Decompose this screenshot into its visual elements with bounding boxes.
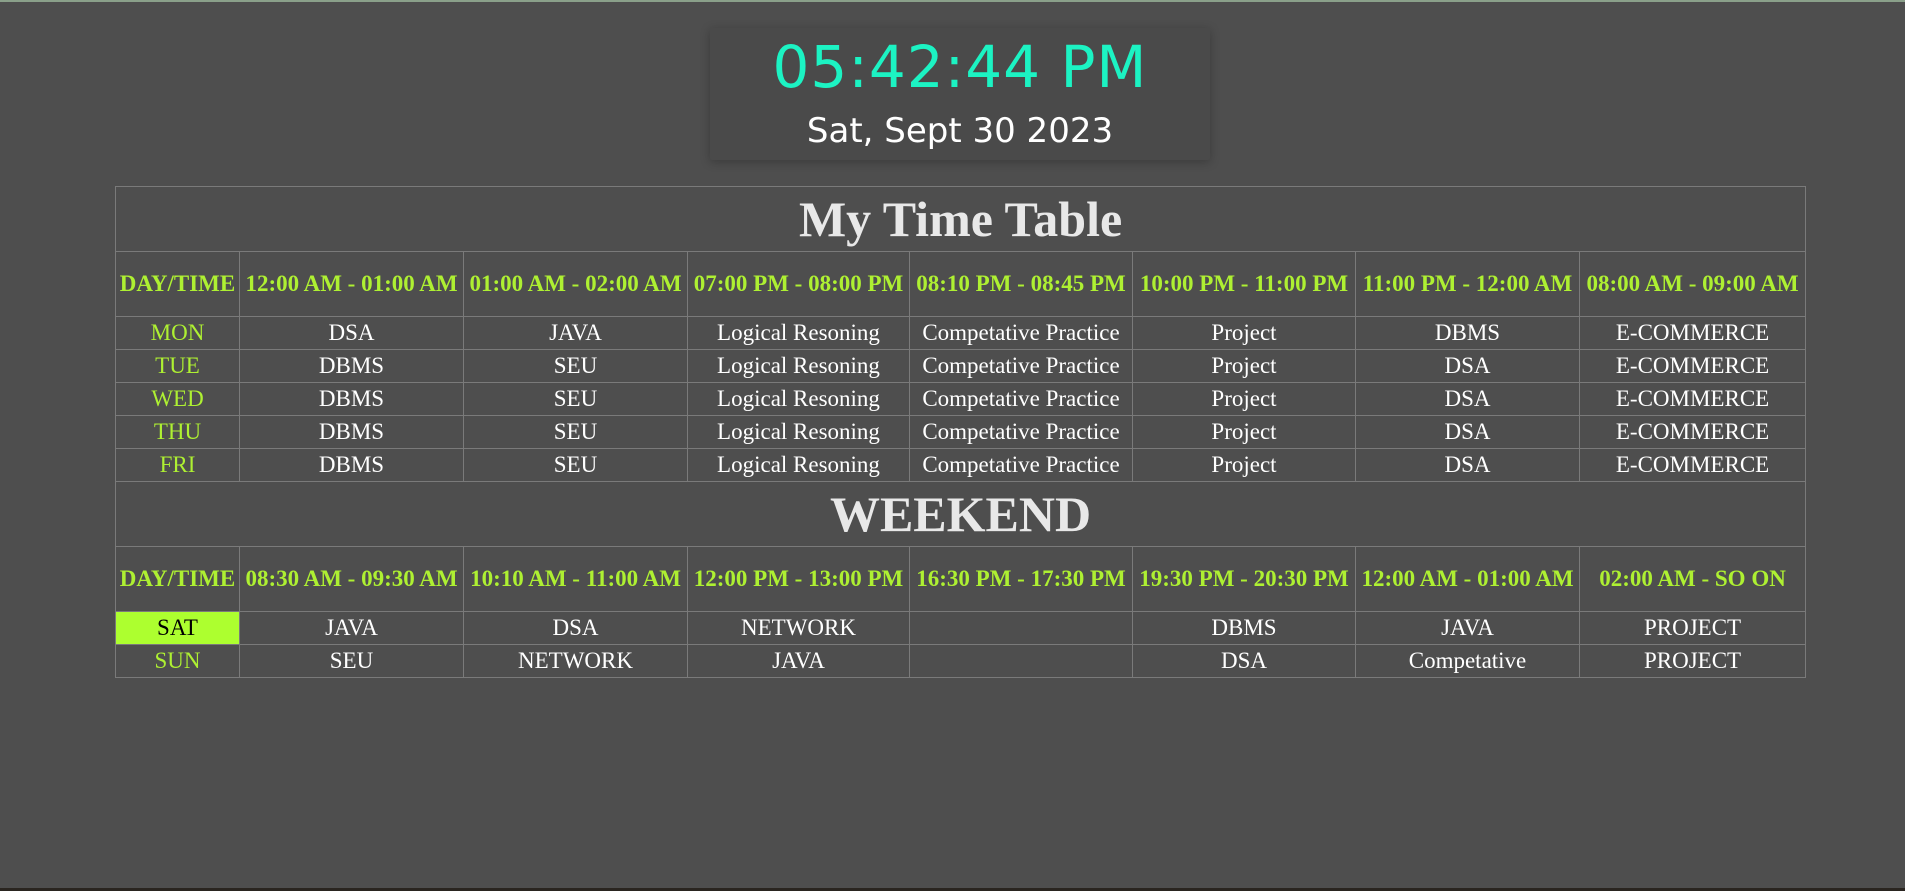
table-cell: Project — [1132, 316, 1356, 350]
table-cell: E-COMMERCE — [1578, 349, 1807, 383]
table-cell: SEU — [463, 448, 688, 482]
table-cell: DSA — [1355, 349, 1580, 383]
table-cell: DBMS — [239, 382, 464, 416]
day-label: THU — [115, 415, 240, 449]
corner-label: DAY/TIME — [115, 546, 240, 612]
table-cell: DBMS — [1132, 611, 1356, 645]
table-cell: Competative Practice — [909, 316, 1133, 350]
table-cell: Competative Practice — [909, 448, 1133, 482]
table-row: THU DBMS SEU Logical Resoning Competativ… — [115, 415, 1807, 449]
table-cell: Competative Practice — [909, 382, 1133, 416]
table-cell: Project — [1132, 382, 1356, 416]
time-slot-header: 10:00 PM - 11:00 PM — [1132, 251, 1356, 317]
table-cell: Project — [1132, 415, 1356, 449]
timetable: My Time Table DAY/TIME 12:00 AM - 01:00 … — [114, 186, 1807, 678]
table-row: FRI DBMS SEU Logical Resoning Competativ… — [115, 448, 1807, 482]
table-cell: DBMS — [1355, 316, 1580, 350]
table-cell: JAVA — [687, 644, 910, 678]
table-row: MON DSA JAVA Logical Resoning Competativ… — [115, 316, 1807, 350]
table-cell: JAVA — [1355, 611, 1580, 645]
time-slot-header: 01:00 AM - 02:00 AM — [463, 251, 688, 317]
table-cell: DBMS — [239, 349, 464, 383]
clock-time: 05:42:44 PM — [772, 33, 1148, 101]
table-cell: PROJECT — [1578, 611, 1807, 645]
table-row: TUE DBMS SEU Logical Resoning Competativ… — [115, 349, 1807, 383]
table-cell: E-COMMERCE — [1578, 448, 1807, 482]
corner-label: DAY/TIME — [115, 251, 240, 317]
table-cell: JAVA — [239, 611, 464, 645]
table-cell: Competative Practice — [909, 415, 1133, 449]
table-cell: Competative — [1355, 644, 1580, 678]
day-label-today: SAT — [115, 611, 240, 645]
time-slot-header: 08:10 PM - 08:45 PM — [909, 251, 1133, 317]
day-label: TUE — [115, 349, 240, 383]
time-slot-header: 12:00 AM - 01:00 AM — [239, 251, 464, 317]
table-row: SUN SEU NETWORK JAVA DSA Competative PRO… — [115, 644, 1807, 678]
table-cell: Project — [1132, 448, 1356, 482]
table-cell: Competative Practice — [909, 349, 1133, 383]
day-label: WED — [115, 382, 240, 416]
time-slot-header: 10:10 AM - 11:00 AM — [463, 546, 688, 612]
table-cell: E-COMMERCE — [1578, 415, 1807, 449]
time-slot-header: 12:00 PM - 13:00 PM — [687, 546, 910, 612]
table-cell: Logical Resoning — [687, 349, 910, 383]
table-cell: Logical Resoning — [687, 382, 910, 416]
time-slot-header: 08:00 AM - 09:00 AM — [1578, 251, 1807, 317]
table-cell: DSA — [239, 316, 464, 350]
time-slot-header: 12:00 AM - 01:00 AM — [1355, 546, 1580, 612]
time-slot-header: 19:30 PM - 20:30 PM — [1132, 546, 1356, 612]
table-cell: DSA — [463, 611, 688, 645]
table-cell: DBMS — [239, 448, 464, 482]
table-cell: DSA — [1355, 415, 1580, 449]
table-row: SAT JAVA DSA NETWORK DBMS JAVA PROJECT — [115, 611, 1807, 645]
day-label: FRI — [115, 448, 240, 482]
table-row: WED DBMS SEU Logical Resoning Competativ… — [115, 382, 1807, 416]
table-cell — [909, 644, 1133, 678]
table-cell: SEU — [463, 349, 688, 383]
time-slot-header: 08:30 AM - 09:30 AM — [239, 546, 464, 612]
day-label: MON — [115, 316, 240, 350]
weekend-title: WEEKEND — [114, 481, 1807, 547]
table-cell: DSA — [1355, 382, 1580, 416]
time-slot-header: 02:00 AM - SO ON — [1578, 546, 1807, 612]
clock-card: 05:42:44 PM Sat, Sept 30 2023 — [710, 28, 1210, 160]
table-cell: JAVA — [463, 316, 688, 350]
table-cell: Project — [1132, 349, 1356, 383]
table-cell: SEU — [463, 415, 688, 449]
table-cell: Logical Resoning — [687, 415, 910, 449]
table-cell: SEU — [239, 644, 464, 678]
table-cell: DSA — [1355, 448, 1580, 482]
table-cell: E-COMMERCE — [1578, 316, 1807, 350]
table-cell: DBMS — [239, 415, 464, 449]
table-cell: NETWORK — [687, 611, 910, 645]
clock-date: Sat, Sept 30 2023 — [806, 111, 1114, 151]
table-cell: NETWORK — [463, 644, 688, 678]
table-cell: SEU — [463, 382, 688, 416]
table-cell: DSA — [1132, 644, 1356, 678]
table-cell: Logical Resoning — [687, 316, 910, 350]
time-slot-header: 16:30 PM - 17:30 PM — [909, 546, 1133, 612]
table-cell: E-COMMERCE — [1578, 382, 1807, 416]
table-cell: Logical Resoning — [687, 448, 910, 482]
time-slot-header: 11:00 PM - 12:00 AM — [1355, 251, 1580, 317]
time-slot-header: 07:00 PM - 08:00 PM — [687, 251, 910, 317]
day-label: SUN — [115, 644, 240, 678]
timetable-title: My Time Table — [114, 186, 1807, 252]
table-cell: PROJECT — [1578, 644, 1807, 678]
table-cell — [909, 611, 1133, 645]
